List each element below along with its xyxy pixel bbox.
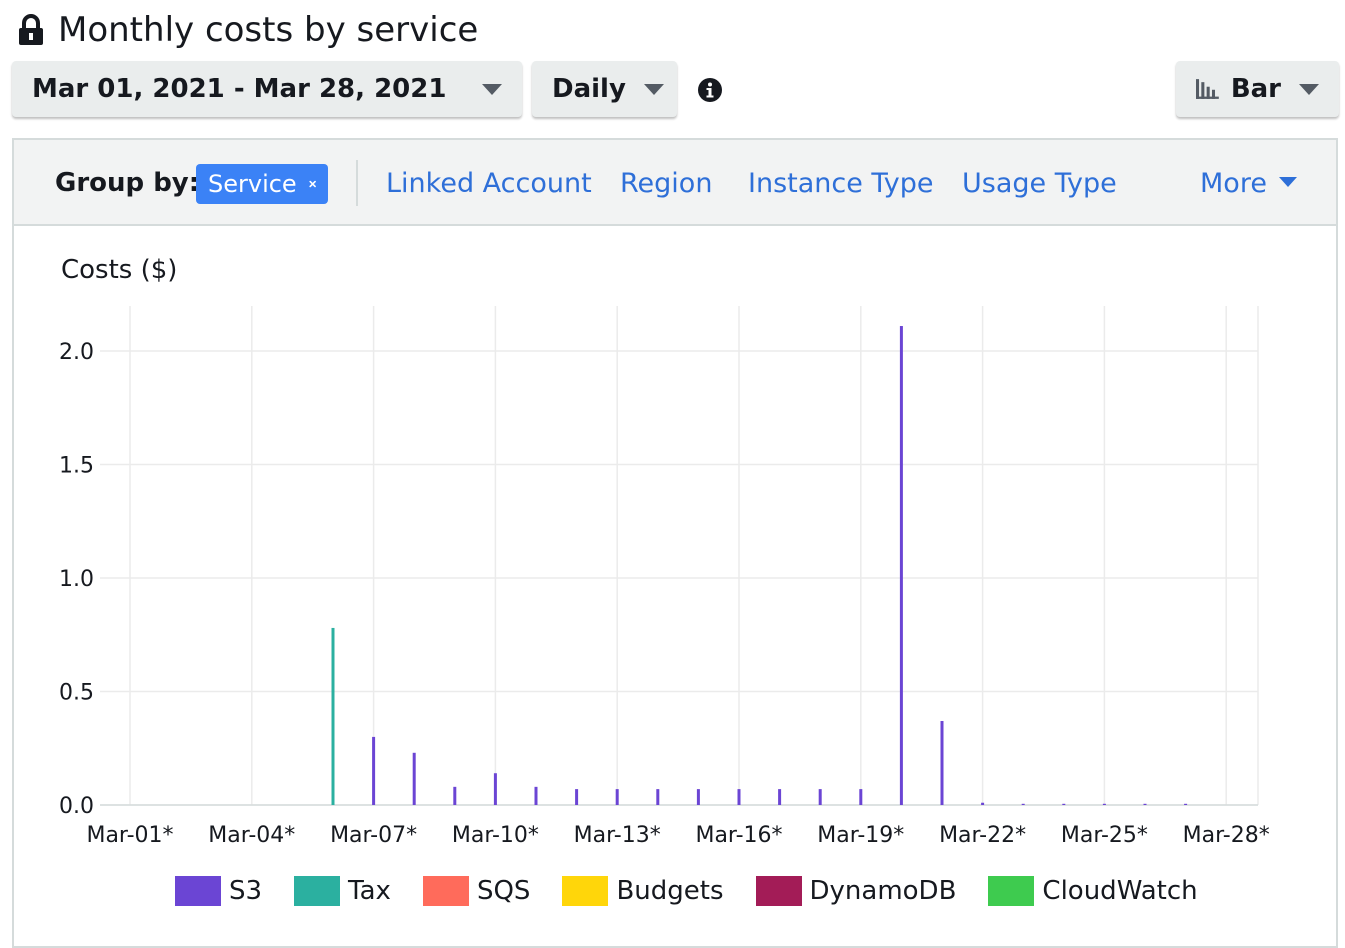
bar-s3-mar-13: [615, 789, 619, 805]
x-tick-label: Mar-22*: [939, 823, 1026, 848]
bar-s3-mar-08: [412, 752, 416, 805]
legend-item-tax[interactable]: Tax: [294, 876, 391, 906]
legend-label: Budgets: [616, 876, 724, 906]
bar-s3-mar-17: [778, 789, 782, 805]
y-tick-label: 1.5: [59, 454, 94, 479]
legend-swatch: [294, 876, 341, 906]
legend-item-dynamodb[interactable]: DynamoDB: [755, 876, 957, 906]
bar-s3-mar-22: [981, 802, 985, 805]
legend-label: DynamoDB: [809, 876, 957, 906]
legend-item-budgets[interactable]: Budgets: [562, 876, 724, 906]
legend-label: Tax: [348, 876, 391, 906]
bar-s3-mar-27: [1184, 803, 1188, 805]
bar-s3-mar-14: [656, 789, 660, 805]
x-tick-label: Mar-25*: [1061, 823, 1148, 848]
y-axis-title: Costs ($): [61, 255, 177, 285]
bar-s3-mar-11: [534, 786, 538, 805]
bar-s3-mar-18: [818, 789, 822, 805]
legend-item-sqs[interactable]: SQS: [422, 876, 531, 906]
bar-s3-mar-23: [1021, 803, 1025, 805]
bar-s3-mar-19: [859, 789, 863, 805]
legend-swatch: [988, 876, 1035, 906]
bar-s3-mar-12: [575, 789, 579, 805]
y-tick-label: 1.0: [59, 567, 94, 592]
legend-swatch: [422, 876, 469, 906]
y-tick-label: 2.0: [59, 340, 94, 365]
chart-legend: S3 Tax SQS Budgets DynamoDB CloudWatch: [175, 876, 1230, 906]
legend-swatch: [175, 876, 221, 906]
legend-item-cloudwatch[interactable]: CloudWatch: [988, 876, 1198, 906]
bar-s3-mar-26: [1143, 803, 1147, 805]
legend-label: S3: [229, 876, 263, 906]
legend-swatch: [755, 876, 802, 906]
bar-s3-mar-07: [372, 736, 376, 805]
bar-s3-mar-09: [453, 786, 457, 805]
x-tick-label: Mar-19*: [817, 823, 904, 848]
x-tick-label: Mar-13*: [574, 823, 661, 848]
cost-chart: Costs ($) 0.0 0.5 1.0 1.5 2.0 Mar-01* Mar-04* Ma…: [59, 255, 1270, 848]
x-tick-label: Mar-16*: [695, 823, 782, 848]
legend-swatch: [562, 876, 609, 906]
bar-s3-mar-21: [940, 721, 944, 805]
bar-tax-mar-06: [331, 627, 335, 805]
legend-label: CloudWatch: [1042, 876, 1198, 906]
bar-s3-mar-16: [737, 789, 741, 805]
bar-s3-mar-20: [899, 326, 903, 805]
x-tick-label: Mar-01*: [86, 823, 173, 848]
legend-item-s3[interactable]: S3: [175, 876, 262, 906]
bar-s3-mar-10: [493, 773, 497, 805]
legend-label: SQS: [476, 876, 531, 906]
x-tick-label: Mar-04*: [208, 823, 295, 848]
bar-s3-mar-15: [696, 789, 700, 805]
y-tick-label: 0.0: [59, 794, 94, 819]
x-tick-label: Mar-07*: [330, 823, 417, 848]
x-tick-label: Mar-10*: [452, 823, 539, 848]
bar-s3-mar-24: [1062, 803, 1066, 805]
x-tick-label: Mar-28*: [1183, 823, 1270, 848]
bar-s3-mar-25: [1102, 803, 1106, 805]
y-tick-label: 0.5: [59, 681, 94, 706]
